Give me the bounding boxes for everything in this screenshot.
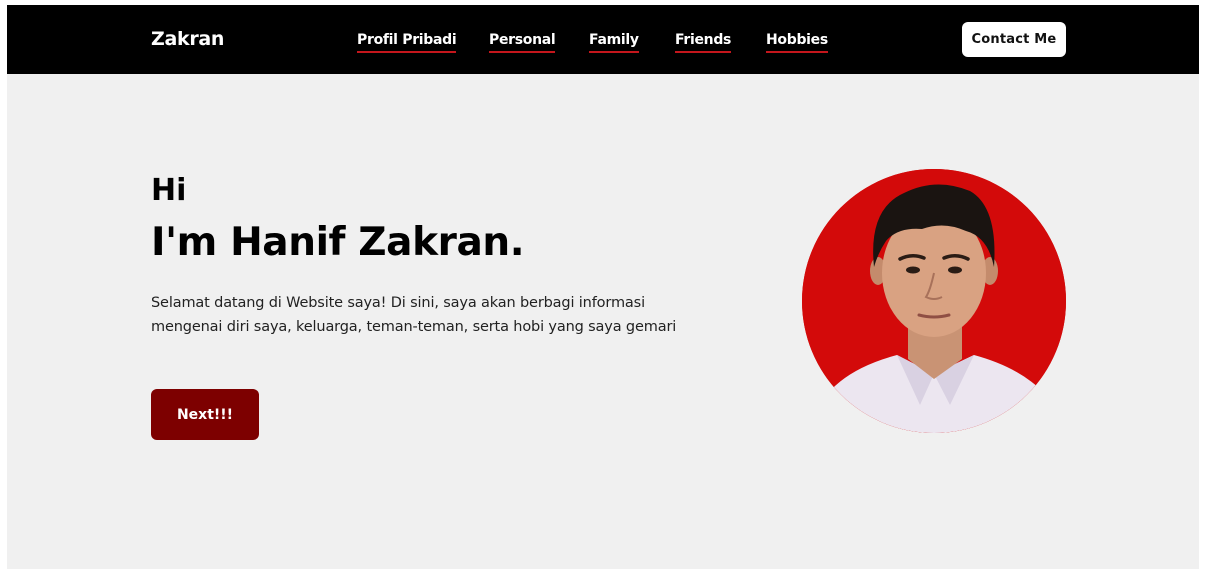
profile-photo bbox=[802, 169, 1066, 433]
next-button[interactable]: Next!!! bbox=[151, 389, 259, 440]
page: Zakran Profil Pribadi Personal Family Fr… bbox=[7, 5, 1199, 569]
hero-greeting: Hi bbox=[151, 173, 187, 208]
brand-logo[interactable]: Zakran bbox=[151, 27, 224, 51]
nav-link-family[interactable]: Family bbox=[589, 31, 639, 53]
nav-link-friends[interactable]: Friends bbox=[675, 31, 731, 53]
hero-title: I'm Hanif Zakran. bbox=[151, 220, 525, 265]
nav-link-personal[interactable]: Personal bbox=[489, 31, 556, 53]
contact-me-button[interactable]: Contact Me bbox=[962, 22, 1066, 57]
navbar: Zakran Profil Pribadi Personal Family Fr… bbox=[7, 5, 1199, 74]
nav-link-profil-pribadi[interactable]: Profil Pribadi bbox=[357, 31, 457, 53]
person-portrait-illustration bbox=[802, 169, 1066, 433]
nav-link-hobbies[interactable]: Hobbies bbox=[766, 31, 828, 53]
hero-description: Selamat datang di Website saya! Di sini,… bbox=[151, 295, 677, 335]
